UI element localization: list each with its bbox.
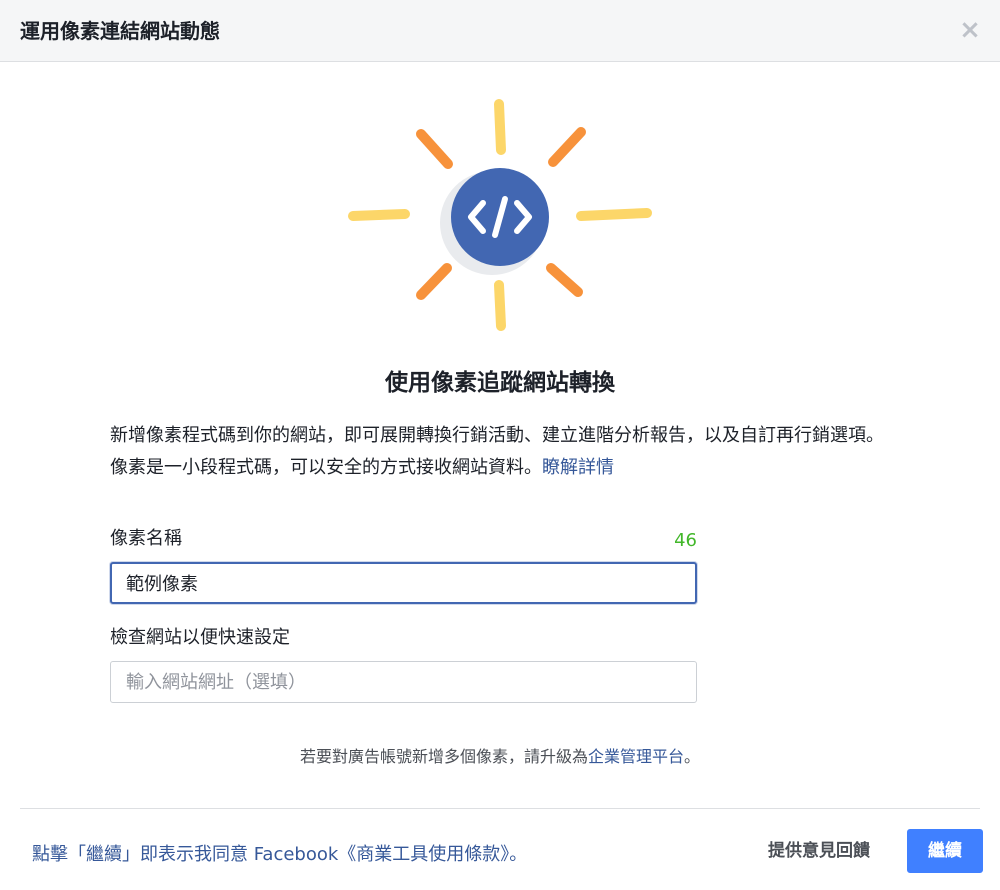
- terms-link[interactable]: 點擊「繼續」即表示我同意 Facebook《商業工具使用條款》。: [32, 841, 527, 869]
- ray-top-left: [416, 129, 453, 169]
- learn-more-link[interactable]: 瞭解詳情: [542, 457, 614, 478]
- main-title: 使用像素追蹤網站轉換: [385, 370, 615, 396]
- website-label: 檢查網站以便快速設定: [110, 627, 290, 648]
- continue-button[interactable]: 繼續: [907, 829, 983, 873]
- ray-top-right: [548, 127, 586, 167]
- upgrade-text: 若要對廣告帳號新增多個像素，請升級為: [299, 747, 588, 766]
- dialog-header: 運用像素連結網站動態 ×: [0, 0, 1000, 62]
- ray-bottom: [494, 280, 506, 331]
- upgrade-notice: 若要對廣告帳號新增多個像素，請升級為企業管理平台。: [0, 744, 1000, 770]
- feedback-link[interactable]: 提供意見回饋: [768, 837, 870, 865]
- sunburst-code-icon: [348, 99, 652, 331]
- ray-top: [494, 99, 506, 155]
- upgrade-text-end: 。: [684, 747, 701, 766]
- ray-bottom-right: [546, 263, 583, 297]
- pixel-setup-dialog: 運用像素連結網站動態 × 使用像素追蹤網站轉換 新增像素程式碼到你的網站，即可展…: [0, 0, 1000, 890]
- description-text: 新增像素程式碼到你的網站，即可展開轉換行銷活動、建立進階分析報告，以及自訂再行銷…: [110, 425, 884, 478]
- dialog-title: 運用像素連結網站動態: [20, 19, 220, 43]
- business-manager-link[interactable]: 企業管理平台: [588, 747, 684, 766]
- pixel-illustration: [335, 90, 665, 340]
- character-counter: 46: [674, 530, 697, 551]
- ray-left: [348, 209, 410, 221]
- pixel-name-input[interactable]: [110, 562, 697, 604]
- close-icon[interactable]: ×: [958, 17, 982, 43]
- description: 新增像素程式碼到你的網站，即可展開轉換行銷活動、建立進階分析報告，以及自訂再行銷…: [110, 420, 900, 484]
- ray-bottom-left: [416, 263, 452, 300]
- ray-right: [576, 208, 652, 221]
- website-url-input[interactable]: [110, 661, 697, 703]
- pixel-name-label: 像素名稱: [110, 528, 182, 549]
- footer-divider: [20, 808, 980, 809]
